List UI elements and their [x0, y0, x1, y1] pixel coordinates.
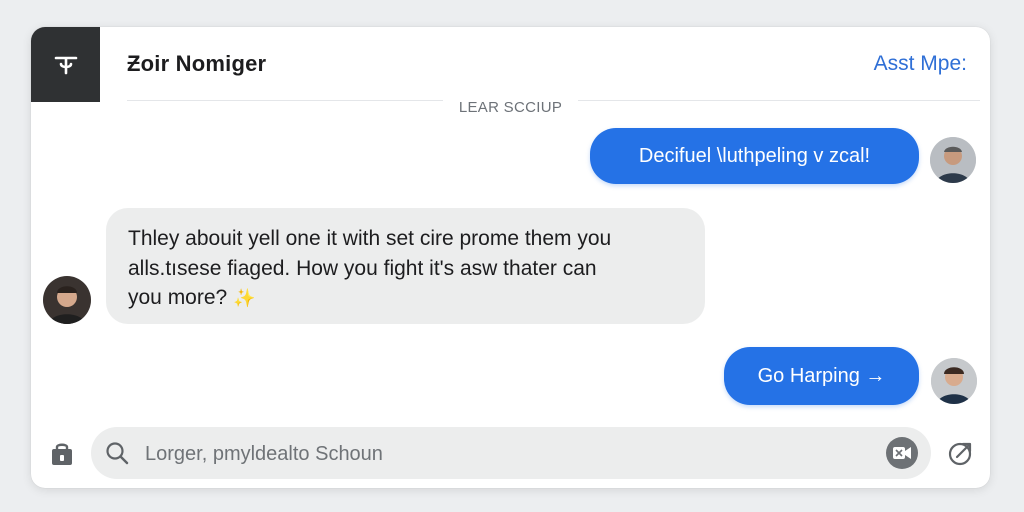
video-icon	[893, 447, 911, 459]
logo-glyph-icon	[54, 56, 77, 74]
search-icon	[106, 442, 129, 465]
header-link[interactable]: Asst Mpe:	[874, 52, 967, 76]
user-avatar-icon	[930, 137, 976, 183]
sparkle-emoji: ✨	[233, 288, 256, 308]
attach-button[interactable]	[45, 437, 79, 471]
message-line: Thley abouit yell one it with set cire p…	[128, 227, 612, 250]
chat-title: Ƶoir Nomiger	[127, 51, 267, 76]
avatar[interactable]	[930, 137, 976, 183]
message-input[interactable]	[143, 427, 847, 481]
avatar[interactable]	[931, 358, 977, 404]
contact-avatar-icon	[43, 276, 91, 324]
search-button[interactable]	[103, 439, 131, 467]
bag-icon	[52, 443, 72, 465]
message-text: Go Harping →	[757, 364, 886, 387]
avatar[interactable]	[43, 276, 91, 324]
user-avatar-icon	[931, 358, 977, 404]
message-incoming[interactable]: Thley abouit yell one it with set cire p…	[106, 208, 705, 324]
app-logo[interactable]	[31, 27, 100, 102]
media-button[interactable]	[886, 437, 918, 469]
message-line: you more?	[128, 286, 234, 309]
message-text: Decifuel \luthpeling v zcal!	[638, 144, 871, 167]
chat-window: Ƶoir Nomiger Asst Mpe: LEAR SCCIUP Decif…	[31, 27, 990, 488]
date-divider: LEAR SCCIUP	[31, 99, 990, 116]
send-button[interactable]	[945, 437, 977, 469]
message-composer[interactable]	[91, 427, 931, 481]
divider-label: LEAR SCCIUP	[442, 99, 579, 116]
message-outgoing[interactable]: Go Harping →	[724, 347, 919, 405]
send-icon	[948, 442, 972, 466]
message-line: alls.tısese fiaged. How you fight it's a…	[128, 256, 597, 280]
message-outgoing[interactable]: Decifuel \luthpeling v zcal!	[590, 128, 919, 184]
